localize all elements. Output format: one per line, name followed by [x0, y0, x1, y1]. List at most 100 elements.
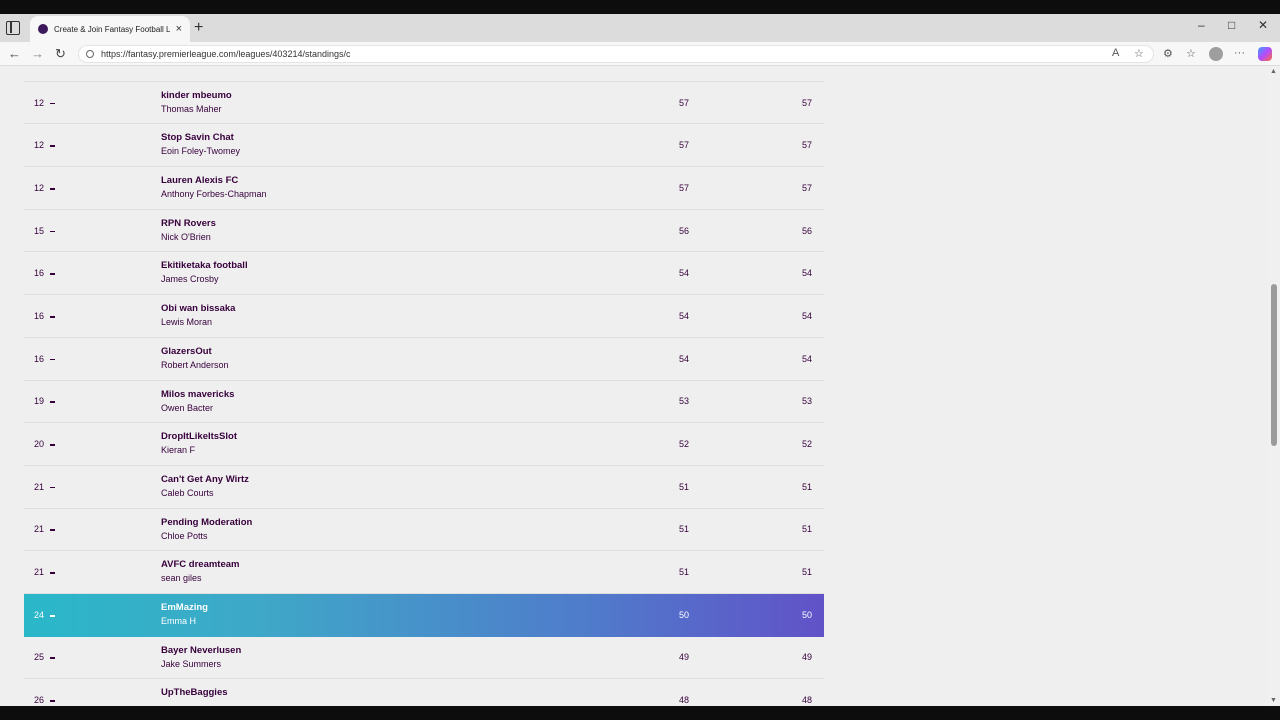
tab-title: Create & Join Fantasy Football Le — [54, 24, 170, 34]
manager-name: Caleb Courts — [161, 487, 214, 498]
team-name-link[interactable]: Stop Savin Chat — [161, 132, 234, 143]
movement-none-icon — [50, 145, 55, 147]
address-bar: ← → ↻ https://fantasy.premierleague.com/… — [0, 42, 1280, 66]
gameweek-points: 50 — [678, 610, 689, 621]
table-row[interactable]: 16 Obi wan bissaka Lewis Moran 54 54 — [24, 295, 824, 338]
table-row[interactable]: 16 GlazersOut Robert Anderson 54 54 — [24, 338, 824, 381]
team-name-link[interactable]: Obi wan bissaka — [161, 303, 235, 314]
gameweek-points: 54 — [678, 268, 689, 279]
browser-tab[interactable]: Create & Join Fantasy Football Le × — [30, 16, 190, 42]
team-name-link[interactable]: AVFC dreamteam — [161, 559, 240, 570]
team-name-link[interactable]: EmMazing — [161, 602, 208, 613]
profile-avatar[interactable] — [1209, 47, 1223, 61]
rank-cell: 21 — [34, 481, 45, 492]
maximize-icon[interactable]: □ — [1228, 18, 1235, 32]
table-row[interactable]: 15 RPN Rovers Nick O'Brien 56 56 — [24, 210, 824, 253]
team-name-link[interactable]: Pending Moderation — [161, 517, 252, 528]
new-tab-icon[interactable]: + — [194, 19, 203, 37]
copilot-icon[interactable] — [1258, 47, 1272, 61]
table-row[interactable]: 19 Milos mavericks Owen Bacter 53 53 — [24, 381, 824, 424]
team-name-link[interactable]: Lauren Alexis FC — [161, 175, 238, 186]
gameweek-points: 52 — [678, 439, 689, 450]
team-name-link[interactable]: Can't Get Any Wirtz — [161, 474, 249, 485]
table-row[interactable]: 21 Can't Get Any Wirtz Caleb Courts 51 51 — [24, 466, 824, 509]
manager-name: Nick O'Brien — [161, 231, 211, 242]
table-row[interactable]: 12 Lauren Alexis FC Anthony Forbes-Chapman… — [24, 167, 824, 210]
page-scrollbar[interactable]: ▲ ▼ — [1268, 66, 1280, 706]
table-row[interactable]: 21 Pending Moderation Chloe Potts 51 51 — [24, 509, 824, 552]
rank-cell: 24 — [34, 610, 45, 621]
table-row[interactable]: 26 UpTheBaggies 48 48 — [24, 679, 824, 706]
movement-none-icon — [50, 358, 55, 361]
premier-league-favicon-icon — [38, 24, 48, 34]
scrollbar-thumb[interactable] — [1271, 284, 1277, 446]
extensions-icon[interactable]: ⚙ — [1163, 47, 1173, 60]
refresh-icon[interactable]: ↻ — [55, 46, 66, 62]
table-row[interactable]: 12 kinder mbeumo Thomas Maher 57 57 — [24, 82, 824, 125]
team-name-link[interactable]: Ekitiketaka football — [161, 260, 248, 271]
rank-cell: 21 — [34, 524, 45, 535]
team-name-link[interactable]: kinder mbeumo — [161, 90, 232, 101]
team-name-link[interactable]: DropItLikeItsSlot — [161, 431, 237, 442]
rank-cell: 25 — [34, 652, 45, 663]
tab-actions-icon[interactable] — [6, 21, 20, 35]
total-points: 54 — [801, 310, 812, 321]
rank-cell: 20 — [34, 439, 45, 450]
team-name-link[interactable]: RPN Rovers — [161, 218, 216, 229]
total-points: 48 — [801, 695, 812, 706]
tab-close-icon[interactable]: × — [176, 23, 182, 35]
movement-none-icon — [50, 529, 55, 531]
rank-cell: 12 — [34, 97, 45, 108]
movement-none-icon — [50, 486, 55, 489]
movement-none-icon — [50, 572, 55, 574]
back-icon[interactable]: ← — [8, 46, 21, 61]
rank-cell: 12 — [34, 140, 45, 151]
team-name-link[interactable]: UpTheBaggies — [161, 687, 228, 698]
team-name-link[interactable]: Bayer Neverlusen — [161, 645, 241, 656]
forward-icon[interactable]: → — [31, 46, 44, 61]
favorite-star-icon[interactable]: ☆ — [1134, 47, 1144, 60]
rank-cell: 21 — [34, 567, 45, 578]
manager-name: Owen Bacter — [161, 402, 214, 413]
movement-none-icon — [50, 102, 55, 105]
team-name-link[interactable]: Milos mavericks — [161, 389, 234, 400]
movement-none-icon — [50, 615, 55, 617]
close-window-icon[interactable]: ✕ — [1258, 18, 1268, 32]
gameweek-points: 51 — [678, 481, 689, 492]
gameweek-points: 57 — [678, 97, 689, 108]
table-row[interactable]: 12 Stop Savin Chat Eoin Foley-Twomey 57 57 — [24, 124, 824, 168]
rank-cell: 16 — [34, 353, 45, 364]
scroll-up-icon[interactable]: ▲ — [1270, 68, 1277, 75]
team-name-link[interactable]: GlazersOut — [161, 346, 212, 357]
scroll-down-icon[interactable]: ▼ — [1270, 697, 1277, 704]
total-points: 53 — [801, 396, 812, 407]
url-field[interactable]: https://fantasy.premierleague.com/league… — [78, 45, 1154, 63]
site-info-icon[interactable] — [86, 50, 94, 58]
table-row[interactable]: 16 Ekitiketaka football James Crosby 54 54 — [24, 252, 824, 296]
collections-icon[interactable]: ☆ — [1186, 47, 1196, 60]
table-row[interactable]: 21 AVFC dreamteam sean giles 51 51 — [24, 551, 824, 594]
manager-name: sean giles — [161, 573, 202, 584]
manager-name: Chloe Potts — [161, 530, 208, 541]
table-row[interactable]: 25 Bayer Neverlusen Jake Summers 49 49 — [24, 637, 824, 680]
total-points: 54 — [801, 353, 812, 364]
table-row-current-user[interactable]: 24 EmMazing Emma H 50 50 — [24, 593, 824, 637]
manager-name: Robert Anderson — [161, 359, 229, 370]
gameweek-points: 51 — [678, 567, 689, 578]
tab-strip: Create & Join Fantasy Football Le × + – … — [0, 14, 1280, 42]
movement-none-icon — [50, 657, 55, 660]
minimize-icon[interactable]: – — [1198, 18, 1205, 32]
manager-name: Jake Summers — [161, 658, 222, 669]
total-points: 50 — [801, 610, 812, 621]
read-aloud-icon[interactable]: A — [1112, 47, 1119, 59]
movement-none-icon — [50, 401, 55, 403]
manager-name: James Crosby — [161, 274, 219, 285]
table-row[interactable]: 20 DropItLikeItsSlot Kieran F 52 52 — [24, 423, 824, 466]
total-points: 54 — [801, 268, 812, 279]
rank-cell: 16 — [34, 310, 45, 321]
rank-cell: 16 — [34, 268, 45, 279]
movement-none-icon — [50, 230, 55, 233]
total-points: 52 — [801, 439, 812, 450]
more-menu-icon[interactable]: ··· — [1234, 47, 1245, 59]
gameweek-points: 49 — [678, 652, 689, 663]
